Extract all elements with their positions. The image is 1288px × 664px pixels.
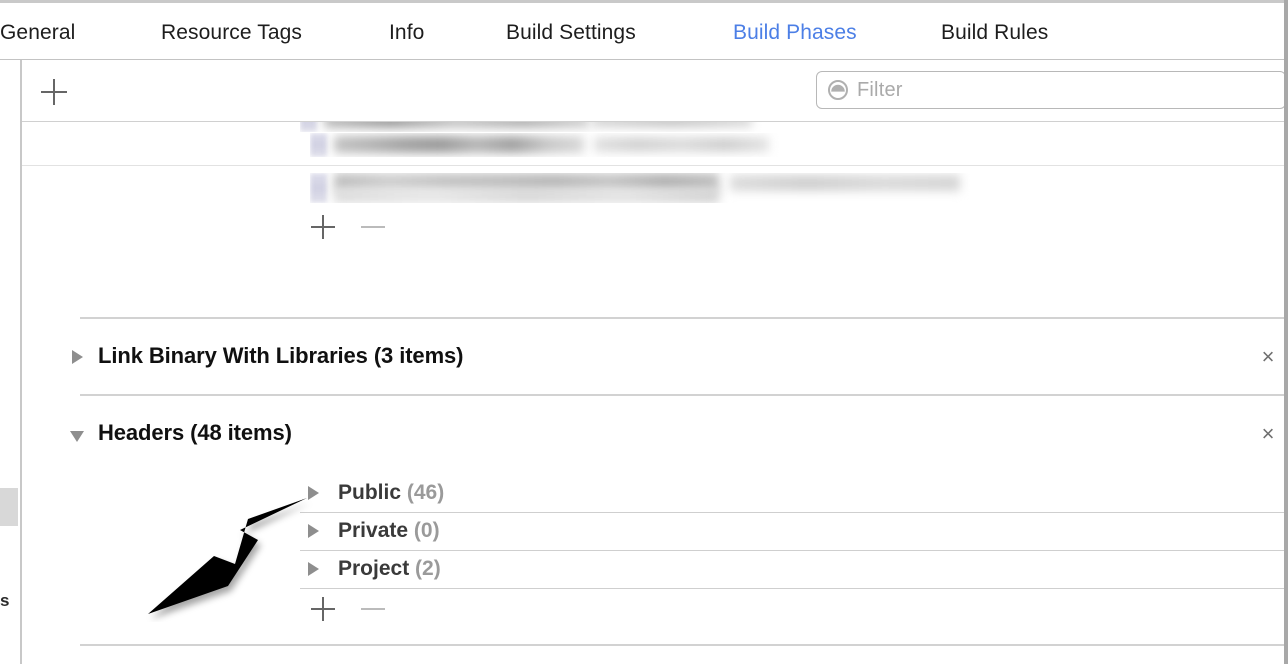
file-icon (310, 173, 327, 203)
build-phases-toolbar: Filter (22, 60, 1288, 122)
phase-separator (80, 394, 1288, 396)
table-row[interactable] (310, 173, 970, 203)
build-phases-list: Link Binary With Libraries (3 items) × H… (22, 122, 1288, 664)
minus-icon (361, 608, 385, 610)
phase-separator (80, 317, 1288, 319)
headers-file-controls (306, 592, 396, 626)
redacted-text (594, 137, 769, 152)
disclosure-triangle-icon[interactable] (308, 524, 319, 538)
group-label-private: Private (0) (338, 519, 440, 543)
headers-remove-file-button[interactable] (356, 592, 390, 626)
filter-circle-icon (828, 80, 848, 100)
disclosure-triangle-icon[interactable] (72, 350, 83, 364)
phase-header-link-binary-with-libraries[interactable]: Link Binary With Libraries (3 items) × (22, 337, 1288, 377)
phase-header-headers[interactable]: Headers (48 items) × (22, 416, 1288, 456)
redacted-text (334, 136, 584, 153)
window-right-edge (1284, 0, 1288, 664)
target-editor-tabbar: General Resource Tags Info Build Setting… (0, 3, 1288, 60)
navigator-text-fragment: s (0, 591, 10, 610)
table-row[interactable] (310, 133, 990, 157)
headers-group-private[interactable]: Private (0) (300, 512, 1288, 550)
plus-icon-horizontal (41, 91, 67, 93)
filter-field[interactable]: Filter (816, 71, 1286, 109)
redacted-text (324, 122, 589, 128)
tab-build-rules[interactable]: Build Rules (941, 21, 1048, 45)
group-name: Project (338, 557, 410, 580)
tab-build-phases[interactable]: Build Phases (733, 21, 857, 45)
tab-resource-tags[interactable]: Resource Tags (161, 21, 302, 45)
headers-add-file-button[interactable] (306, 592, 340, 626)
headers-group-project[interactable]: Project (2) (300, 550, 1288, 588)
disclosure-triangle-icon[interactable] (308, 562, 319, 576)
redacted-text (334, 189, 719, 203)
redacted-file-rows (22, 122, 1288, 207)
tab-build-settings[interactable]: Build Settings (506, 21, 636, 45)
plus-icon-horizontal (311, 226, 335, 228)
remove-phase-button[interactable]: × (1254, 343, 1282, 371)
headers-group-public[interactable]: Public (46) (300, 474, 1288, 512)
group-count: (0) (413, 519, 440, 542)
row-separator (22, 165, 1288, 166)
build-phases-editor: Filter Link Binary With Libraries (3 ite… (22, 60, 1288, 664)
tab-info[interactable]: Info (389, 21, 424, 45)
phase-title: Link Binary With Libraries (3 items) (98, 343, 464, 368)
add-file-button[interactable] (306, 210, 340, 244)
add-build-phase-button[interactable] (36, 74, 72, 110)
table-row[interactable] (300, 122, 1000, 132)
row-separator (300, 588, 1288, 589)
group-label-project: Project (2) (338, 557, 441, 581)
navigator-selected-item[interactable] (0, 488, 18, 526)
filter-placeholder: Filter (857, 79, 903, 101)
disclosure-triangle-icon[interactable] (70, 431, 84, 442)
redacted-text (730, 175, 960, 191)
remove-phase-button[interactable]: × (1254, 420, 1282, 448)
group-name: Private (338, 519, 409, 542)
tab-general[interactable]: General (0, 21, 75, 45)
top-phase-file-controls (306, 210, 396, 244)
minus-icon (361, 226, 385, 228)
file-icon (310, 133, 327, 157)
redacted-text (592, 122, 752, 127)
group-label-public: Public (46) (338, 481, 444, 505)
remove-file-button[interactable] (356, 210, 390, 244)
navigator-strip: s (0, 60, 20, 664)
xcode-build-phases-window: General Resource Tags Info Build Setting… (0, 0, 1288, 664)
group-count: (2) (415, 557, 441, 580)
group-count: (46) (406, 481, 445, 504)
disclosure-triangle-icon[interactable] (308, 486, 319, 500)
phase-title: Headers (48 items) (98, 420, 292, 445)
file-icon (300, 122, 317, 132)
plus-icon-horizontal (311, 608, 335, 610)
phase-separator (80, 644, 1288, 646)
group-name: Public (338, 481, 402, 504)
